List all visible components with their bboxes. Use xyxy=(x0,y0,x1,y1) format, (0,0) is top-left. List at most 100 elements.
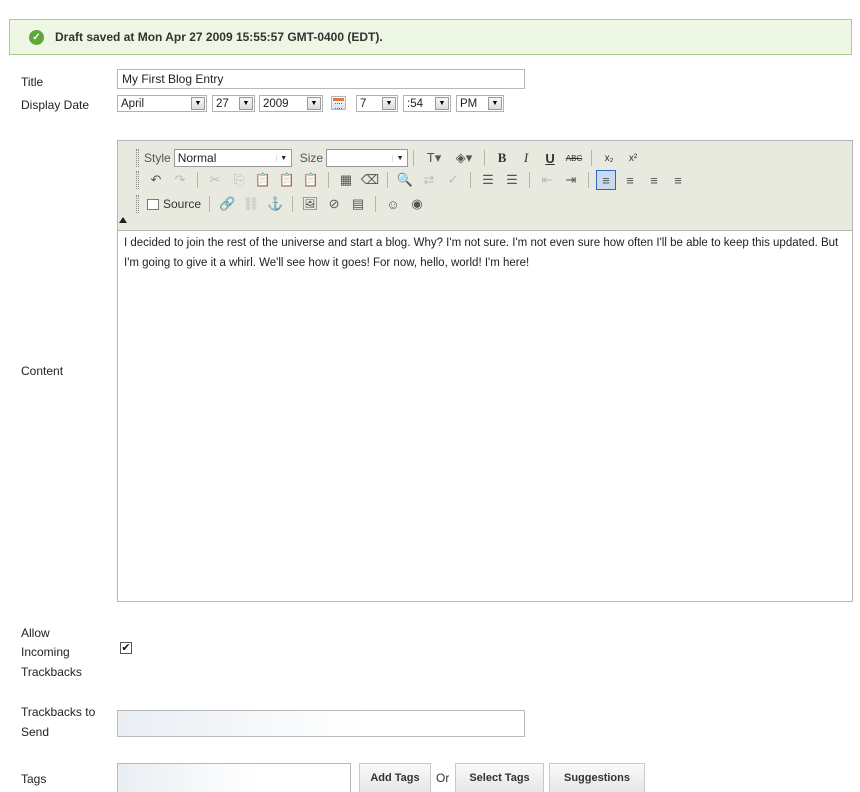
content-label: Content xyxy=(21,364,64,378)
table-icon[interactable]: ▤ xyxy=(348,194,368,214)
flash-icon[interactable]: ⊘ xyxy=(324,194,344,214)
link-icon[interactable]: 🔗 xyxy=(217,194,237,214)
or-text: Or xyxy=(436,771,450,785)
smiley-icon[interactable]: ☺ xyxy=(383,194,403,214)
chevron-down-icon: ▼ xyxy=(382,97,396,110)
source-icon xyxy=(147,198,159,210)
superscript-icon[interactable]: x² xyxy=(623,148,643,168)
tags-input[interactable] xyxy=(117,763,351,792)
align-right-icon[interactable]: ≡ xyxy=(644,170,664,190)
subscript-icon[interactable]: x₂ xyxy=(599,148,619,168)
hour-value: 7 xyxy=(360,97,367,110)
trackbacks-label-line3: Trackbacks xyxy=(21,665,82,679)
chevron-down-icon: ▼ xyxy=(239,97,253,110)
size-combo[interactable]: ▼ xyxy=(326,149,409,167)
style-combo[interactable]: Normal ▼ xyxy=(173,149,292,167)
toolbar-row-1: Style Normal ▼ Size ▼ T▾ ◈▾ B I U ABC x₂ … xyxy=(136,147,645,169)
separator xyxy=(209,196,211,212)
alert-message: Draft saved at Mon Apr 27 2009 15:55:57 … xyxy=(55,30,383,44)
outdent-icon[interactable]: ⇤ xyxy=(537,170,557,190)
title-label: Title xyxy=(21,75,44,89)
display-date-label: Display Date xyxy=(21,98,90,112)
source-button[interactable]: Source xyxy=(144,197,204,211)
align-center-icon[interactable]: ≡ xyxy=(620,170,640,190)
separator xyxy=(197,172,198,188)
separator xyxy=(387,172,388,188)
bulleted-list-icon[interactable]: ☰ xyxy=(502,170,522,190)
chevron-down-icon: ▼ xyxy=(307,97,321,110)
select-tags-button[interactable]: Select Tags xyxy=(455,763,544,792)
rich-text-editor: Style Normal ▼ Size ▼ T▾ ◈▾ B I U ABC x₂ … xyxy=(117,140,853,602)
bold-icon[interactable]: B xyxy=(492,148,512,168)
remove-format-icon[interactable]: ⌫ xyxy=(360,170,380,190)
draft-saved-alert: ✓ Draft saved at Mon Apr 27 2009 15:55:5… xyxy=(9,19,852,55)
text-color-icon[interactable]: T▾ xyxy=(421,148,447,168)
day-value: 27 xyxy=(216,97,229,110)
month-select[interactable]: April ▼ xyxy=(117,95,207,112)
find-icon[interactable]: 🔍 xyxy=(395,170,415,190)
separator xyxy=(292,196,294,212)
calendar-icon[interactable] xyxy=(331,96,346,110)
size-label: Size xyxy=(299,151,324,165)
chevron-down-icon: ▼ xyxy=(191,97,205,110)
special-char-icon[interactable]: ◉ xyxy=(407,194,427,214)
ampm-select[interactable]: PM ▼ xyxy=(456,95,504,112)
collapse-toolbar-icon[interactable] xyxy=(119,217,127,223)
suggestions-button[interactable]: Suggestions xyxy=(549,763,645,792)
minute-select[interactable]: :54 ▼ xyxy=(403,95,451,112)
anchor-icon[interactable]: ⚓ xyxy=(265,194,285,214)
undo-icon[interactable]: ↶ xyxy=(146,170,166,190)
chevron-down-icon: ▼ xyxy=(435,97,449,110)
tags-label: Tags xyxy=(21,772,47,786)
replace-icon[interactable]: ⇄ xyxy=(419,170,439,190)
spellcheck-icon[interactable]: ✓ xyxy=(443,170,463,190)
ampm-value: PM xyxy=(460,97,478,110)
day-select[interactable]: 27 ▼ xyxy=(212,95,255,112)
separator xyxy=(484,150,486,166)
chevron-down-icon: ▼ xyxy=(275,154,291,162)
allow-trackbacks-checkbox[interactable]: ✔ xyxy=(120,642,132,654)
italic-icon[interactable]: I xyxy=(516,148,536,168)
trackbacks-send-input[interactable] xyxy=(117,710,525,737)
style-label: Style xyxy=(144,151,171,165)
cut-icon[interactable]: ✂ xyxy=(205,170,225,190)
style-value: Normal xyxy=(177,151,217,165)
year-value: 2009 xyxy=(263,97,289,110)
trackbacks-send-label-line2: Send xyxy=(21,725,50,739)
trackbacks-label-line2: Incoming xyxy=(21,645,70,659)
title-input[interactable]: My First Blog Entry xyxy=(117,69,525,89)
image-icon[interactable]: 🖼 xyxy=(300,194,320,214)
redo-icon[interactable]: ↷ xyxy=(170,170,190,190)
toolbar-grip[interactable] xyxy=(136,149,139,167)
chevron-down-icon: ▼ xyxy=(392,154,407,162)
editor-content-area[interactable]: I decided to join the rest of the univer… xyxy=(124,233,848,273)
separator xyxy=(470,172,471,188)
trackbacks-label-line1: Allow xyxy=(21,626,50,640)
month-value: April xyxy=(121,97,145,110)
align-left-icon[interactable]: ≡ xyxy=(596,170,616,190)
separator xyxy=(375,196,377,212)
paste-word-icon[interactable]: 📋 xyxy=(301,170,321,190)
toolbar-grip[interactable] xyxy=(136,171,139,189)
year-select[interactable]: 2009 ▼ xyxy=(259,95,323,112)
strikethrough-icon[interactable]: ABC xyxy=(564,148,584,168)
paste-icon[interactable]: 📋 xyxy=(253,170,273,190)
unlink-icon[interactable]: ⛓ xyxy=(241,194,261,214)
minute-value: :54 xyxy=(407,97,423,110)
indent-icon[interactable]: ⇥ xyxy=(561,170,581,190)
underline-icon[interactable]: U xyxy=(540,148,560,168)
check-circle-icon: ✓ xyxy=(29,29,44,45)
align-justify-icon[interactable]: ≡ xyxy=(668,170,688,190)
copy-icon[interactable]: ⎘ xyxy=(229,170,249,190)
toolbar-row-2: ↶ ↷ ✂ ⎘ 📋 📋 📋 ▦ ⌫ 🔍 ⇄ ✓ ☰ ☰ ⇤ ⇥ ≡ ≡ ≡ ≡ xyxy=(136,169,690,191)
select-all-icon[interactable]: ▦ xyxy=(336,170,356,190)
paste-text-icon[interactable]: 📋 xyxy=(277,170,297,190)
background-color-icon[interactable]: ◈▾ xyxy=(451,148,477,168)
add-tags-button[interactable]: Add Tags xyxy=(359,763,431,792)
editor-toolbar: Style Normal ▼ Size ▼ T▾ ◈▾ B I U ABC x₂ … xyxy=(118,141,852,231)
hour-select[interactable]: 7 ▼ xyxy=(356,95,398,112)
trackbacks-send-label-line1: Trackbacks to xyxy=(21,705,96,719)
toolbar-grip[interactable] xyxy=(136,195,139,213)
top-cropped-text xyxy=(0,0,860,4)
numbered-list-icon[interactable]: ☰ xyxy=(478,170,498,190)
